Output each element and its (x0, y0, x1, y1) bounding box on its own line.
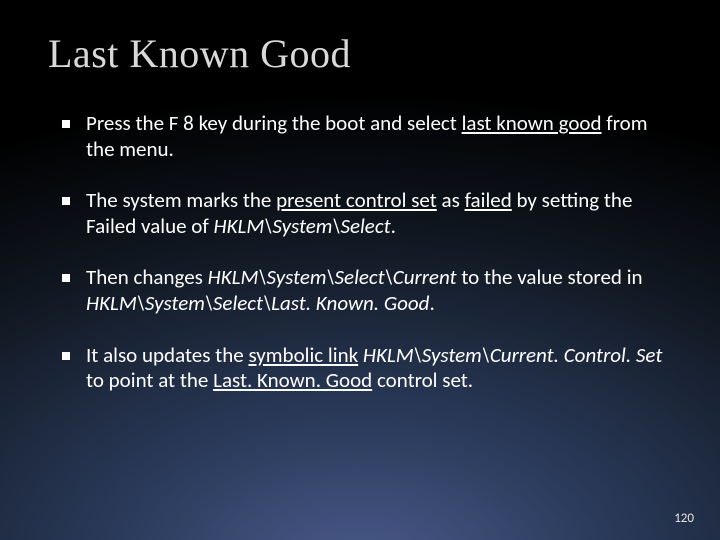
text: It also updates the (86, 342, 248, 368)
italic-text: HKLM\System\Select\Last. Known. Good (86, 290, 429, 316)
bullet-item: Press the F 8 key during the boot and se… (62, 111, 672, 162)
text: . (429, 290, 434, 316)
bullet-item: Then changes HKLM\System\Select\Current … (62, 265, 672, 316)
text: as (437, 187, 465, 213)
text: Then changes (86, 264, 208, 290)
underline-text: failed (465, 187, 512, 213)
underline-text: last known good (462, 110, 602, 136)
underline-text: present control set (276, 187, 437, 213)
bullet-item: It also updates the symbolic link HKLM\S… (62, 343, 672, 394)
slide-number: 120 (674, 511, 694, 526)
text: to the value stored in (457, 264, 643, 290)
italic-text: HKLM\System\Select\Current (208, 264, 457, 290)
text: control set. (372, 367, 473, 393)
italic-text: HKLM\System\Current. Control. Set (363, 342, 662, 368)
text: . (391, 213, 396, 239)
underline-text: Last. Known. Good (213, 367, 372, 393)
bullet-item: The system marks the present control set… (62, 188, 672, 239)
slide-title: Last Known Good (48, 30, 672, 77)
slide: Last Known Good Press the F 8 key during… (0, 0, 720, 394)
text: The system marks the (86, 187, 276, 213)
underline-text: symbolic link (248, 342, 358, 368)
italic-text: HKLM\System\Select (214, 213, 391, 239)
bullet-list: Press the F 8 key during the boot and se… (48, 111, 672, 394)
text: Press the F 8 key during the boot and se… (86, 110, 462, 136)
text: to point at the (86, 367, 213, 393)
